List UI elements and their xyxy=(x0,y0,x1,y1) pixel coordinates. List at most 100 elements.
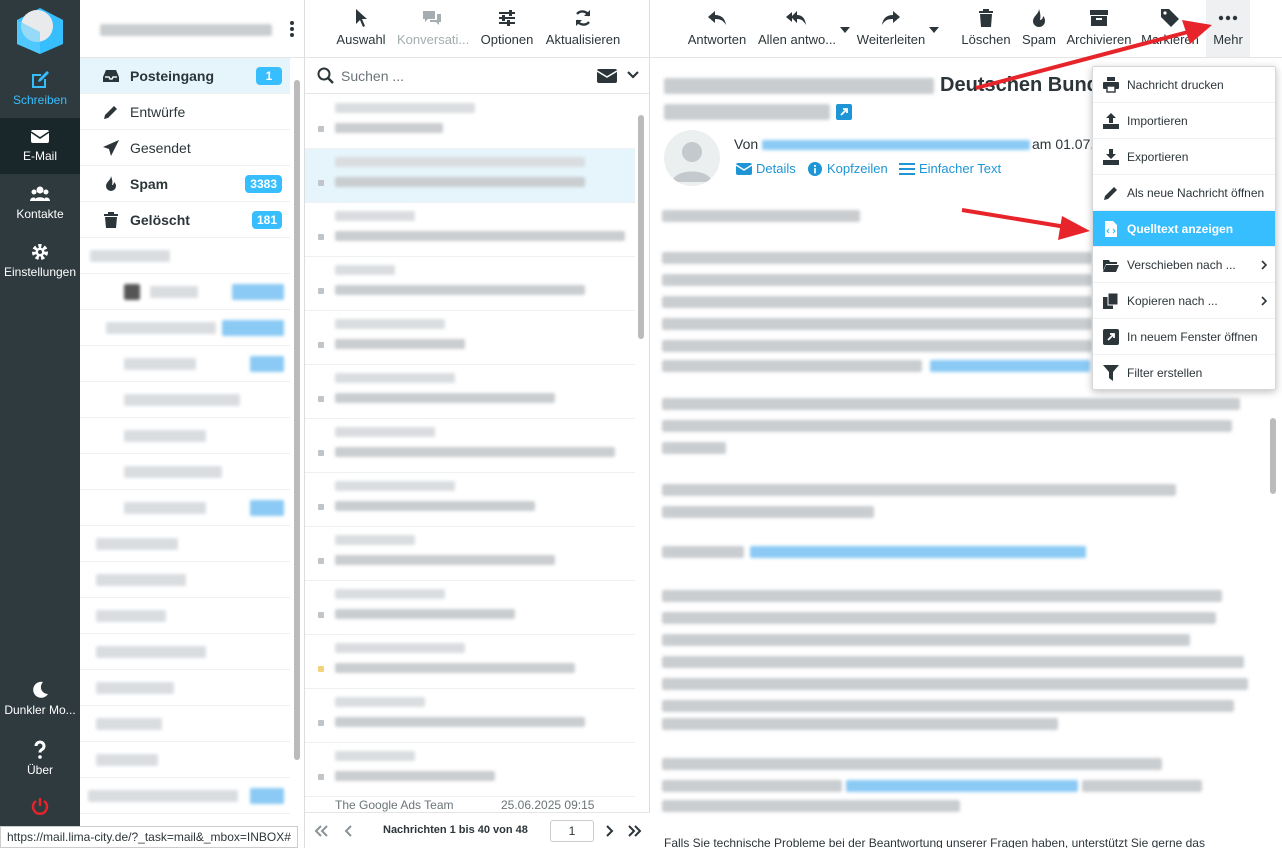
from-prefix: Von xyxy=(734,136,759,152)
body-scrollbar[interactable] xyxy=(1270,418,1276,494)
more-button[interactable]: Mehr xyxy=(1206,0,1250,57)
message-row-partial[interactable]: The Google Ads Team 25.06.2025 09:15 xyxy=(335,798,594,812)
plain-text-link[interactable]: Einfacher Text xyxy=(899,161,1001,176)
subfolder-redacted[interactable] xyxy=(80,742,290,778)
subfolder-redacted[interactable] xyxy=(80,526,290,562)
refresh-icon xyxy=(575,10,591,26)
nav-dark-mode[interactable]: Dunkler Mo... xyxy=(0,672,80,728)
message-row[interactable] xyxy=(305,581,635,635)
folder-scrollbar[interactable] xyxy=(294,80,300,760)
message-row[interactable] xyxy=(305,257,635,311)
folder-inbox[interactable]: Posteingang 1 xyxy=(80,58,290,94)
forward-button[interactable]: Weiterleiten xyxy=(856,6,926,54)
search-input[interactable] xyxy=(341,66,571,86)
page-number-input[interactable]: 1 xyxy=(550,820,594,842)
conversation-button-label: Konversati... xyxy=(397,32,470,47)
nav-settings-label: Einstellungen xyxy=(3,265,77,279)
subfolder-redacted[interactable] xyxy=(80,310,290,346)
subfolder-redacted[interactable] xyxy=(80,382,290,418)
message-row[interactable] xyxy=(305,527,635,581)
refresh-button[interactable]: Aktualisieren xyxy=(545,6,621,54)
chevron-down-icon[interactable] xyxy=(627,71,639,79)
nav-compose[interactable]: Schreiben xyxy=(0,62,80,118)
message-row[interactable] xyxy=(305,473,635,527)
subfolder-redacted[interactable] xyxy=(80,706,290,742)
select-button[interactable]: Auswahl xyxy=(335,6,387,54)
message-row[interactable] xyxy=(305,203,635,257)
message-row[interactable] xyxy=(305,743,635,797)
menu-open-new-window[interactable]: In neuem Fenster öffnen xyxy=(1093,319,1275,355)
copy-icon xyxy=(1103,293,1119,309)
inbox-icon xyxy=(103,70,119,82)
menu-import[interactable]: Importieren xyxy=(1093,103,1275,139)
subfolder-redacted[interactable] xyxy=(80,562,290,598)
previous-page-icon[interactable] xyxy=(341,823,357,839)
edit-icon xyxy=(1104,187,1117,200)
subfolder-redacted[interactable] xyxy=(80,490,290,526)
menu-show-source[interactable]: Quelltext anzeigen xyxy=(1093,211,1275,247)
subfolder-redacted[interactable] xyxy=(80,274,290,310)
subfolder-redacted[interactable] xyxy=(80,634,290,670)
nav-mail[interactable]: E-Mail xyxy=(0,118,80,174)
reply-all-button[interactable]: Allen antwo... xyxy=(758,6,836,54)
page-info: Nachrichten 1 bis 40 von 48 xyxy=(383,824,528,836)
nav-settings[interactable]: Einstellungen xyxy=(0,234,80,290)
details-link[interactable]: Details xyxy=(736,161,796,176)
spam-button[interactable]: Spam xyxy=(1018,6,1060,54)
subfolder-redacted[interactable] xyxy=(80,418,290,454)
envelope-filter-icon[interactable] xyxy=(597,69,617,83)
mark-button[interactable]: Markieren xyxy=(1138,6,1202,54)
menu-export-label: Exportieren xyxy=(1127,150,1189,164)
menu-open-as-new[interactable]: Als neue Nachricht öffnen xyxy=(1093,175,1275,211)
message-row[interactable] xyxy=(305,95,635,149)
menu-print-message[interactable]: Nachricht drucken xyxy=(1093,67,1275,103)
subfolder-redacted[interactable] xyxy=(80,778,290,814)
menu-move-to[interactable]: Verschieben nach ... xyxy=(1093,247,1275,283)
open-external-icon[interactable] xyxy=(836,104,852,120)
vertical-dots-icon[interactable] xyxy=(289,20,295,38)
menu-copy-to[interactable]: Kopieren nach ... xyxy=(1093,283,1275,319)
message-row[interactable] xyxy=(305,365,635,419)
subfolder-redacted[interactable] xyxy=(80,454,290,490)
subfolder-redacted[interactable] xyxy=(80,670,290,706)
folder-drafts[interactable]: Entwürfe xyxy=(80,94,290,130)
message-row[interactable] xyxy=(305,689,635,743)
forward-dropdown-icon[interactable] xyxy=(929,27,939,33)
nav-about[interactable]: Über xyxy=(0,732,80,788)
forward-icon xyxy=(882,11,900,25)
details-link-label: Details xyxy=(756,161,796,176)
message-row[interactable] xyxy=(305,311,635,365)
browser-status-url: https://mail.lima-city.de/?_task=mail&_m… xyxy=(0,826,298,848)
menu-open-new-window-label: In neuem Fenster öffnen xyxy=(1127,330,1258,344)
folder-sent[interactable]: Gesendet xyxy=(80,130,290,166)
conversation-button[interactable]: Konversati... xyxy=(397,6,470,54)
message-row-selected[interactable] xyxy=(305,149,635,203)
nav-logout[interactable] xyxy=(0,788,80,824)
last-page-icon[interactable] xyxy=(627,823,643,839)
delete-button[interactable]: Löschen xyxy=(958,6,1014,54)
folder-spam[interactable]: Spam 3383 xyxy=(80,166,290,202)
menu-create-filter[interactable]: Filter erstellen xyxy=(1093,355,1275,391)
list-toolbar: Auswahl Konversati... Optionen Aktualisi… xyxy=(305,0,650,58)
message-row[interactable] xyxy=(305,419,635,473)
subfolder-redacted[interactable] xyxy=(80,346,290,382)
reply-all-dropdown-icon[interactable] xyxy=(840,27,850,33)
archive-button[interactable]: Archivieren xyxy=(1064,6,1134,54)
logo-icon xyxy=(17,8,63,54)
filter-icon xyxy=(1103,365,1119,381)
first-page-icon[interactable] xyxy=(313,823,329,839)
subfolder-redacted[interactable] xyxy=(80,238,290,274)
chevron-right-icon xyxy=(1261,296,1267,306)
list-scrollbar[interactable] xyxy=(638,115,644,339)
headers-link[interactable]: Kopfzeilen xyxy=(807,161,888,176)
nav-contacts[interactable]: Kontakte xyxy=(0,176,80,232)
message-row[interactable] xyxy=(305,635,635,689)
spam-count-badge: 3383 xyxy=(245,175,282,193)
menu-export[interactable]: Exportieren xyxy=(1093,139,1275,175)
message-subject: Deutschen Bund xyxy=(940,74,1099,96)
subfolder-redacted[interactable] xyxy=(80,598,290,634)
reply-button[interactable]: Antworten xyxy=(686,6,748,54)
folder-trash[interactable]: Gelöscht 181 xyxy=(80,202,290,238)
next-page-icon[interactable] xyxy=(601,823,617,839)
options-button[interactable]: Optionen xyxy=(479,6,535,54)
